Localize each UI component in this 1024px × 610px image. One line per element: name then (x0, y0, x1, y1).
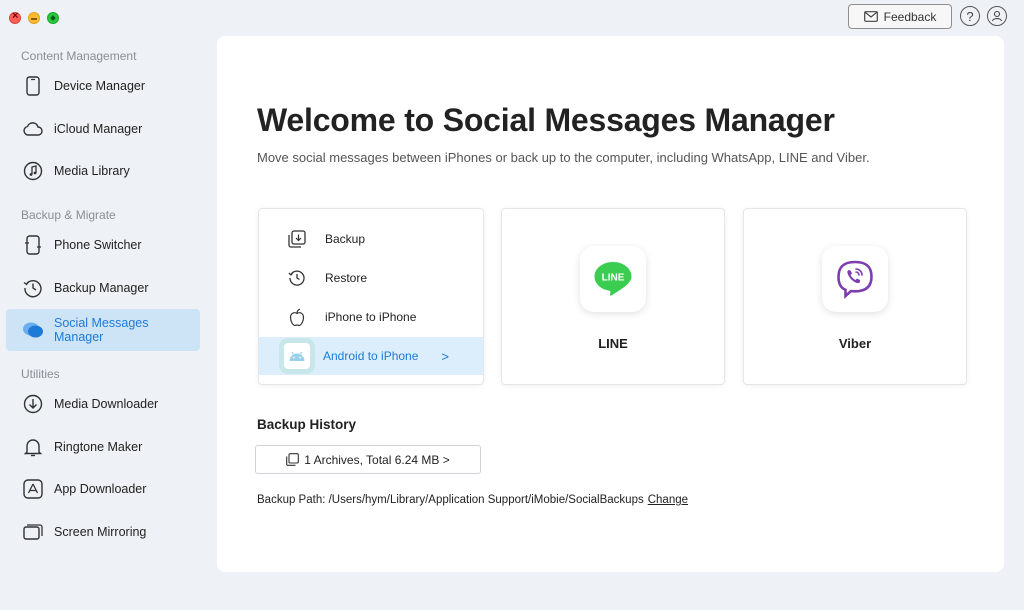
feedback-button[interactable]: Feedback (848, 4, 952, 29)
sidebar-item-backup-manager[interactable]: Backup Manager (6, 267, 200, 309)
sidebar-item-label: iCloud Manager (54, 122, 143, 136)
menu-item-restore[interactable]: Restore (259, 259, 483, 297)
chat-bubbles-icon (22, 319, 44, 341)
sidebar-item-ringtone-maker[interactable]: Ringtone Maker (6, 426, 200, 468)
apple-icon (287, 308, 307, 327)
sidebar-item-label: Social Messages Manager (54, 316, 149, 344)
sidebar-item-label: Media Downloader (54, 397, 159, 411)
sidebar-item-label: Screen Mirroring (54, 525, 147, 539)
menu-item-backup[interactable]: Backup (259, 220, 483, 258)
menu-item-label: Restore (325, 271, 368, 285)
app-store-icon (22, 478, 44, 500)
section-utilities: Utilities (21, 367, 60, 381)
menu-item-label: Backup (325, 232, 366, 246)
page-title: Welcome to Social Messages Manager (257, 102, 835, 138)
backup-path: Backup Path: /Users/hym/Library/Applicat… (257, 494, 688, 506)
menu-item-label: iPhone to iPhone (325, 310, 417, 324)
android-icon (284, 343, 310, 369)
account-button[interactable] (987, 6, 1007, 26)
page-subtitle: Move social messages between iPhones or … (257, 150, 870, 165)
restore-icon (287, 269, 307, 287)
sidebar-item-label: Phone Switcher (54, 238, 142, 252)
minimize-window-button[interactable] (28, 12, 40, 24)
backup-icon (287, 230, 307, 248)
sidebar-item-label: Ringtone Maker (54, 440, 143, 454)
sidebar-item-media-downloader[interactable]: Media Downloader (6, 383, 200, 425)
mail-icon (863, 11, 878, 22)
sidebar-item-label: Backup Manager (54, 281, 149, 295)
sidebar-item-icloud-manager[interactable]: iCloud Manager (6, 108, 200, 150)
sidebar-item-label: Media Library (54, 164, 130, 178)
sidebar-item-device-manager[interactable]: Device Manager (6, 65, 200, 107)
cloud-icon (22, 118, 44, 140)
close-window-button[interactable] (9, 10, 21, 24)
viber-app-icon (822, 246, 888, 312)
phone-icon (22, 75, 44, 97)
change-path-link[interactable]: Change (648, 494, 688, 506)
sidebar-item-media-library[interactable]: Media Library (6, 150, 200, 192)
line-app-icon: LINE (580, 246, 646, 312)
user-icon (991, 10, 1003, 22)
section-content-management: Content Management (21, 49, 137, 63)
sidebar-item-social-messages-manager[interactable]: Social Messages Manager (6, 309, 200, 351)
chevron-right-icon: > (441, 348, 449, 364)
feedback-label: Feedback (883, 9, 937, 24)
whatsapp-actions-card: Backup Restore iPhone to iPhone Android … (258, 208, 484, 385)
music-icon (22, 160, 44, 182)
viber-label: Viber (838, 336, 872, 351)
history-icon (22, 277, 44, 299)
menu-item-label: Android to iPhone (323, 349, 419, 363)
archive-icon (286, 453, 300, 466)
viber-card[interactable]: Viber (743, 208, 967, 385)
line-label: LINE (598, 336, 628, 351)
maximize-window-button[interactable] (47, 12, 59, 24)
help-button[interactable]: ? (960, 6, 980, 26)
sidebar-item-app-downloader[interactable]: App Downloader (6, 468, 200, 510)
menu-item-android-to-iphone[interactable]: Android to iPhone > (259, 337, 483, 375)
screen-mirror-icon (22, 521, 44, 543)
sidebar-item-label: App Downloader (54, 482, 147, 496)
sidebar-item-screen-mirroring[interactable]: Screen Mirroring (6, 511, 200, 553)
main-panel: Welcome to Social Messages Manager Move … (217, 36, 1004, 572)
phone-switch-icon (22, 234, 44, 256)
sidebar-item-phone-switcher[interactable]: Phone Switcher (6, 224, 200, 266)
menu-item-iphone-to-iphone[interactable]: iPhone to iPhone (259, 298, 483, 336)
download-icon (22, 393, 44, 415)
line-logo-text: LINE (602, 273, 625, 284)
sidebar-item-label: Device Manager (54, 79, 146, 93)
line-card[interactable]: LINE LINE (501, 208, 725, 385)
sidebar: Content Management Device Manager iCloud… (0, 36, 208, 610)
backup-history-title: Backup History (257, 417, 357, 432)
bell-icon (22, 436, 44, 458)
archives-button[interactable]: 1 Archives, Total 6.24 MB > (255, 445, 481, 474)
backup-path-label: Backup Path: /Users/hym/Library/Applicat… (257, 494, 644, 506)
window-controls (9, 10, 59, 24)
help-icon: ? (966, 8, 974, 24)
section-backup-migrate: Backup & Migrate (21, 208, 116, 222)
archives-label: 1 Archives, Total 6.24 MB > (304, 452, 450, 467)
